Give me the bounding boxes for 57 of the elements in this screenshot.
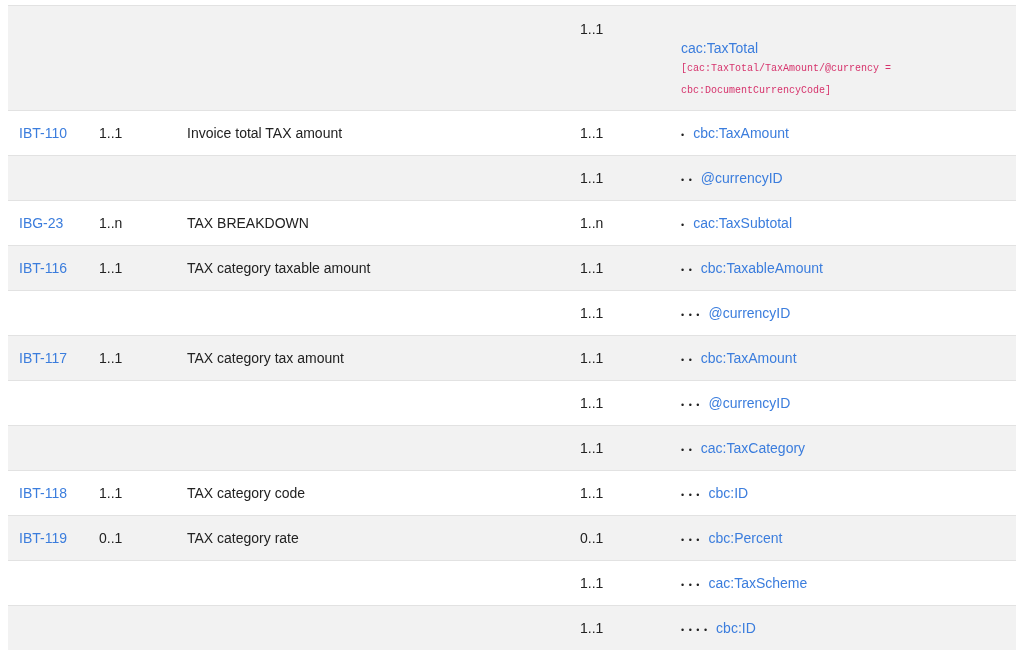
xml-element-link[interactable]: cbc:Percent (708, 530, 783, 546)
cardinality: 1..1 (99, 125, 123, 141)
cardinality: 1..1 (580, 125, 604, 141)
term-name: TAX category tax amount (187, 350, 344, 366)
xml-element-link[interactable]: cac:TaxTotal (681, 40, 759, 56)
cardinality: 0..1 (99, 530, 123, 546)
term-id-link[interactable]: IBT-116 (19, 260, 67, 276)
xml-element-link[interactable]: cbc:TaxableAmount (700, 260, 823, 276)
cardinality: 1..1 (580, 260, 604, 276)
cardinality: 1..1 (580, 305, 604, 321)
cardinality: 1..1 (580, 485, 604, 501)
term-name: TAX category rate (187, 530, 299, 546)
xml-element-link[interactable]: cbc:ID (716, 620, 756, 636)
cardinality: 1..1 (580, 395, 604, 411)
xml-element-link[interactable]: cbc:TaxAmount (700, 350, 797, 366)
cardinality: 0..1 (580, 530, 604, 546)
term-id-link[interactable]: IBT-119 (19, 530, 67, 546)
cardinality: 1..1 (99, 350, 123, 366)
depth-dots: • • • (681, 310, 701, 320)
term-name: TAX BREAKDOWN (187, 215, 309, 231)
depth-dots: • • • • (681, 625, 709, 635)
xml-element-link[interactable]: cbc:ID (708, 485, 749, 501)
cardinality: 1..1 (580, 440, 604, 456)
cardinality: 1..1 (580, 350, 604, 366)
term-id-link[interactable]: IBT-110 (19, 125, 67, 141)
depth-dots: • • (681, 265, 693, 275)
depth-dots: • • (681, 355, 693, 365)
cardinality: 1..1 (99, 260, 123, 276)
depth-dots: • (681, 220, 686, 230)
term-id-link[interactable]: IBT-118 (19, 485, 67, 501)
depth-dots: • • (681, 445, 693, 455)
depth-dots: • (681, 130, 686, 140)
term-name: Invoice total TAX amount (187, 125, 343, 141)
term-id-link[interactable]: IBG-23 (19, 215, 64, 231)
xml-element-link[interactable]: @currencyID (708, 305, 791, 321)
xml-element-link[interactable]: cbc:TaxAmount (693, 125, 789, 141)
xml-element-link[interactable]: @currencyID (708, 395, 791, 411)
cardinality: 1..1 (580, 21, 604, 37)
cardinality: 1..1 (99, 485, 123, 501)
cardinality: 1..1 (580, 620, 604, 636)
term-id-link[interactable]: IBT-117 (19, 350, 67, 366)
xml-element-link[interactable]: cac:TaxSubtotal (693, 215, 792, 231)
xml-element-link[interactable]: cac:TaxCategory (700, 440, 806, 456)
cardinality: 1..1 (580, 575, 604, 591)
term-name: TAX category taxable amount (187, 260, 371, 276)
depth-dots: • • • (681, 580, 701, 590)
depth-dots: • • • (681, 400, 701, 410)
depth-dots: • • • (681, 490, 701, 500)
xml-element-link[interactable]: cac:TaxScheme (708, 575, 808, 591)
cardinality: 1..1 (580, 170, 604, 186)
depth-dots: • • (681, 175, 693, 185)
cardinality: 1..n (580, 215, 604, 231)
xml-element-link[interactable]: @currencyID (700, 170, 783, 186)
business-rule: [cac:TaxTotal/TaxAmount/@currency = cbc:DocumentCurrencyCode] (681, 62, 893, 98)
cardinality: 1..n (99, 215, 123, 231)
depth-dots: • • • (681, 535, 701, 545)
term-name: TAX category code (187, 485, 306, 501)
